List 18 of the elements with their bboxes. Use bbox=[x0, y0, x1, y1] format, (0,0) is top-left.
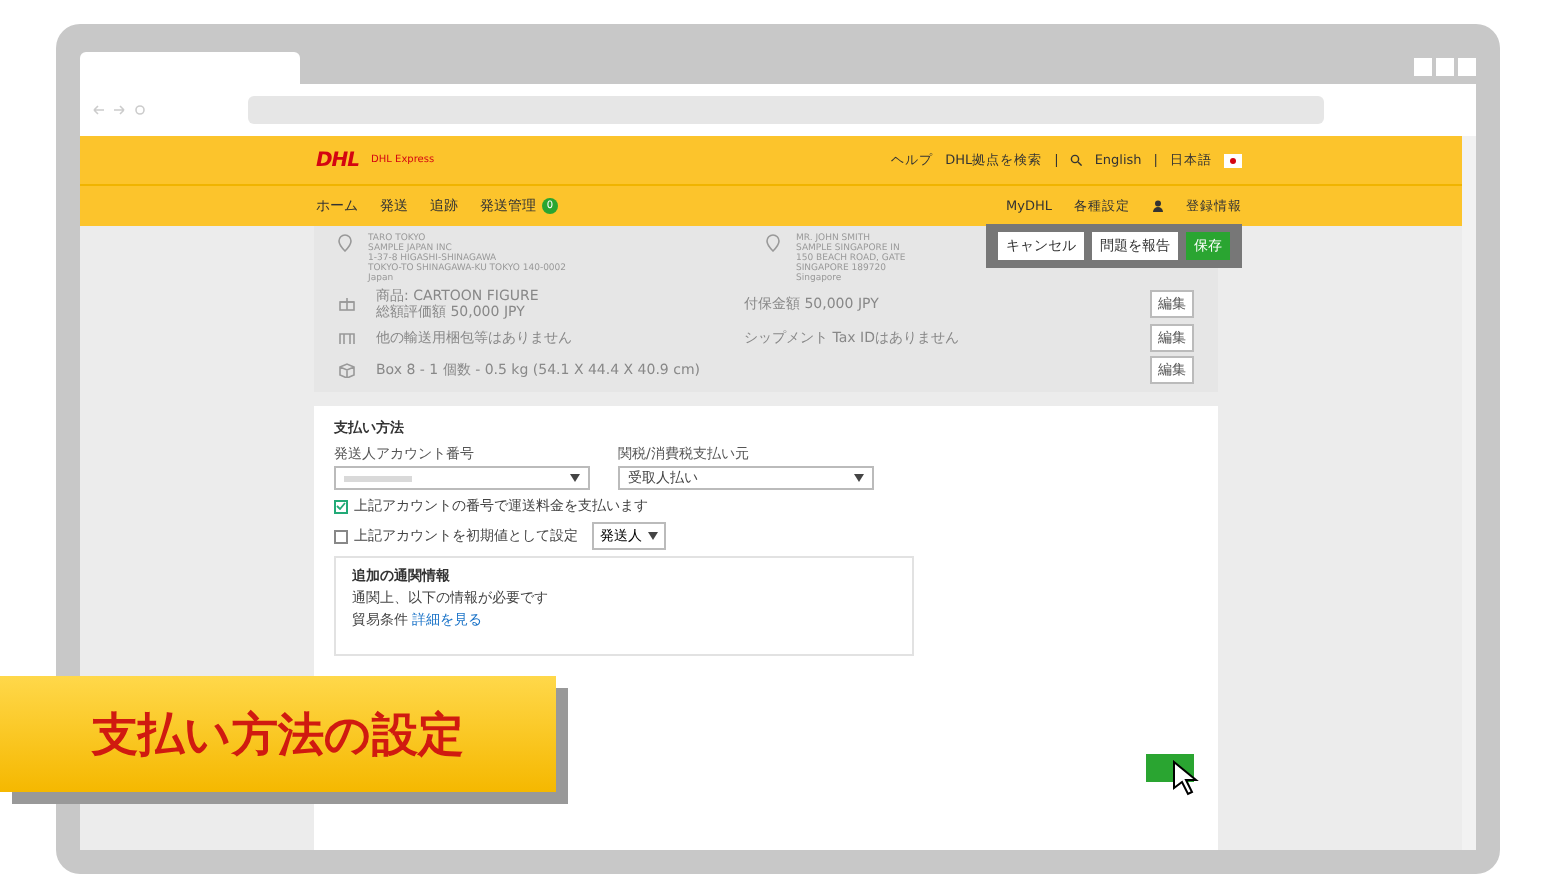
checkbox[interactable] bbox=[334, 529, 348, 543]
caret-icon bbox=[648, 532, 658, 540]
caption-banner: 支払い方法の設定 bbox=[0, 676, 556, 792]
user-icon bbox=[1152, 200, 1164, 212]
flag-icon[interactable] bbox=[1224, 153, 1242, 167]
checkbox[interactable] bbox=[334, 499, 348, 513]
caret-icon bbox=[854, 474, 864, 482]
cursor-icon bbox=[1172, 760, 1200, 796]
search-icon[interactable] bbox=[1070, 154, 1083, 166]
address-bar[interactable] bbox=[248, 96, 1324, 124]
caret-icon bbox=[570, 474, 580, 482]
pallet-icon bbox=[338, 330, 356, 346]
browser-tab[interactable] bbox=[80, 52, 300, 84]
location-pin-icon bbox=[766, 234, 780, 252]
location-pin-icon bbox=[338, 234, 352, 252]
account-select[interactable] bbox=[334, 466, 590, 490]
box-icon bbox=[338, 362, 356, 378]
gift-icon bbox=[338, 296, 356, 312]
